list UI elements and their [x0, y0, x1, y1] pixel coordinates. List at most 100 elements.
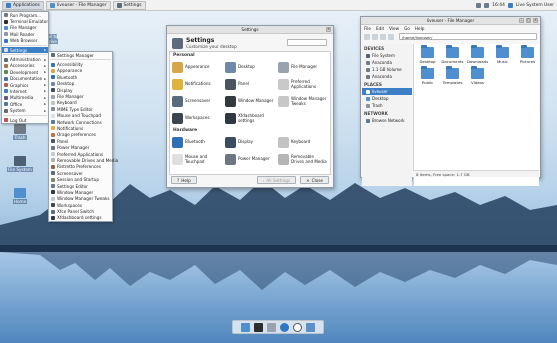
sidebar-item-browse-network[interactable]: Browse Network: [362, 117, 412, 124]
mouse-icon: [51, 113, 55, 118]
folder-icon: [521, 45, 534, 58]
folder-icon: [4, 25, 8, 30]
sidebar-item-trash[interactable]: Trash: [362, 102, 412, 109]
menu-item-web-browser[interactable]: Web Browser: [2, 38, 48, 44]
settings-item-workspaces[interactable]: Workspaces: [170, 110, 223, 127]
menu-separator: [3, 114, 47, 116]
chevron-right-icon: ▸: [44, 89, 46, 94]
settings-item-screensaver[interactable]: Screensaver: [170, 93, 223, 110]
location-bar[interactable]: /home/liveuser/: [399, 33, 537, 40]
submenu-item-xfdashboard-settings[interactable]: Xfdashboard settings: [49, 215, 112, 221]
settings-item-window-manager-tweaks[interactable]: Window Manager Tweaks: [276, 93, 329, 110]
forward-arrow-icon[interactable]: [372, 33, 378, 40]
clock[interactable]: 16:44: [492, 3, 505, 8]
network-icon[interactable]: [476, 3, 482, 8]
folder-templates[interactable]: Templates: [440, 66, 465, 85]
bluetooth-icon: [172, 137, 183, 148]
directory-icon[interactable]: [306, 322, 315, 332]
minimize-icon[interactable]: –: [519, 18, 524, 23]
search-icon[interactable]: [293, 322, 302, 332]
menu-view[interactable]: View: [389, 26, 399, 31]
home-icon[interactable]: [388, 33, 394, 40]
submenu-item-removable-drives[interactable]: Removable Drives and Media: [49, 157, 118, 163]
settings-search-input[interactable]: [287, 39, 327, 46]
settings-title: Settings: [186, 37, 215, 44]
settings-item-removable-drives[interactable]: Removable Drives and Media: [276, 151, 329, 168]
applications-menu: Run Program... Terminal Emulator File Ma…: [1, 11, 49, 125]
help-button[interactable]: ? Help: [171, 176, 197, 184]
panel-icon: [225, 79, 236, 90]
power-icon: [51, 145, 55, 150]
folder-grid: Desktop Documents Downloads Music Pictur…: [414, 44, 539, 85]
folder-icon: [421, 66, 434, 79]
settings-item-file-manager[interactable]: File Manager: [276, 59, 329, 76]
internet-icon: [4, 89, 8, 94]
sidebar-item-anaconda[interactable]: Anaconda: [362, 59, 412, 66]
menu-item-system[interactable]: System ▸: [2, 107, 48, 113]
sidebar-item-desktop[interactable]: Desktop: [362, 95, 412, 102]
folder-icon[interactable]: [241, 322, 250, 332]
menu-help[interactable]: Help: [415, 26, 425, 31]
terminal-icon[interactable]: [254, 322, 263, 332]
applications-menu-button[interactable]: Applications: [2, 0, 44, 10]
settings-item-keyboard[interactable]: Keyboard: [276, 134, 329, 151]
settings-item-display[interactable]: Display: [223, 134, 276, 151]
sidebar-item-liveuser[interactable]: liveuser: [362, 88, 412, 95]
graphics-icon: [4, 83, 8, 88]
settings-item-desktop[interactable]: Desktop: [223, 59, 276, 76]
sidebar-item-volume[interactable]: 1.1 GB Volume: [362, 66, 412, 73]
settings-item-preferred-applications[interactable]: Preferred Applications: [276, 76, 329, 93]
up-arrow-icon[interactable]: [380, 33, 386, 40]
settings-item-appearance[interactable]: Appearance: [170, 59, 223, 76]
back-arrow-icon[interactable]: [364, 33, 370, 40]
menu-item-settings[interactable]: Settings ▸: [2, 46, 48, 54]
settings-titlebar[interactable]: Settings ×: [167, 26, 333, 34]
close-button[interactable]: × Close: [300, 176, 329, 184]
settings-item-power-manager[interactable]: Power Manager: [223, 151, 276, 168]
folder-documents[interactable]: Documents: [440, 45, 465, 64]
drive-icon: [366, 74, 370, 79]
menu-file[interactable]: File: [364, 26, 371, 31]
close-icon[interactable]: ×: [533, 18, 538, 23]
power-icon: [225, 154, 236, 165]
file-manager-icon: [51, 94, 55, 99]
settings-manager-icon: [51, 53, 55, 58]
desktop-icon-file-system[interactable]: File System: [5, 156, 35, 172]
settings-item-bluetooth[interactable]: Bluetooth: [170, 134, 223, 151]
menu-edit[interactable]: Edit: [376, 26, 384, 31]
close-icon[interactable]: ×: [326, 27, 331, 32]
folder-public[interactable]: Public: [415, 66, 440, 85]
all-settings-button[interactable]: ‹ All Settings: [256, 176, 297, 184]
file-manager-titlebar[interactable]: liveuser - File Manager – □ ×: [361, 17, 540, 25]
panel-switch-icon: [51, 209, 55, 214]
sidebar-item-anaconda-2[interactable]: Anaconda: [362, 73, 412, 80]
volume-icon[interactable]: [484, 3, 490, 8]
settings-item-panel[interactable]: Panel: [223, 76, 276, 93]
maximize-icon[interactable]: □: [526, 18, 531, 23]
folder-music[interactable]: Music: [490, 45, 515, 64]
settings-item-window-manager[interactable]: Window Manager: [223, 93, 276, 110]
settings-item-xfdashboard[interactable]: Xfdashboard settings: [223, 110, 276, 127]
folder-downloads[interactable]: Downloads: [465, 45, 490, 64]
sidebar-item-file-system[interactable]: File System: [362, 52, 412, 59]
user-name[interactable]: Live System User: [516, 3, 554, 8]
desktop-icon-home[interactable]: Home: [5, 188, 35, 204]
folder-videos[interactable]: Videos: [465, 66, 490, 85]
settings-item-mouse-touchpad[interactable]: Mouse and Touchpad: [170, 151, 223, 168]
submenu-item-window-manager-tweaks[interactable]: Window Manager Tweaks: [49, 196, 112, 202]
taskbar-file-manager[interactable]: liveuser - File Manager: [45, 0, 111, 10]
settings-item-notifications[interactable]: Notifications: [170, 76, 223, 93]
menu-go[interactable]: Go: [404, 26, 410, 31]
submenu-item-preferred-applications[interactable]: Preferred Applications: [49, 151, 112, 157]
browser-icon[interactable]: [280, 322, 289, 332]
folder-desktop[interactable]: Desktop: [415, 45, 440, 64]
taskbar-settings[interactable]: Settings: [112, 0, 146, 10]
folder-pictures[interactable]: Pictures: [515, 45, 540, 64]
submenu-item-settings-manager[interactable]: Settings Manager: [49, 52, 112, 58]
chevron-right-icon: ▸: [44, 70, 46, 75]
menu-item-log-out[interactable]: Log Out: [2, 117, 48, 123]
file-manager-icon[interactable]: [267, 322, 276, 332]
desktop-icon-trash[interactable]: Trash: [5, 124, 35, 140]
tweaks-icon: [51, 196, 55, 201]
category-personal: Personal: [173, 53, 195, 58]
